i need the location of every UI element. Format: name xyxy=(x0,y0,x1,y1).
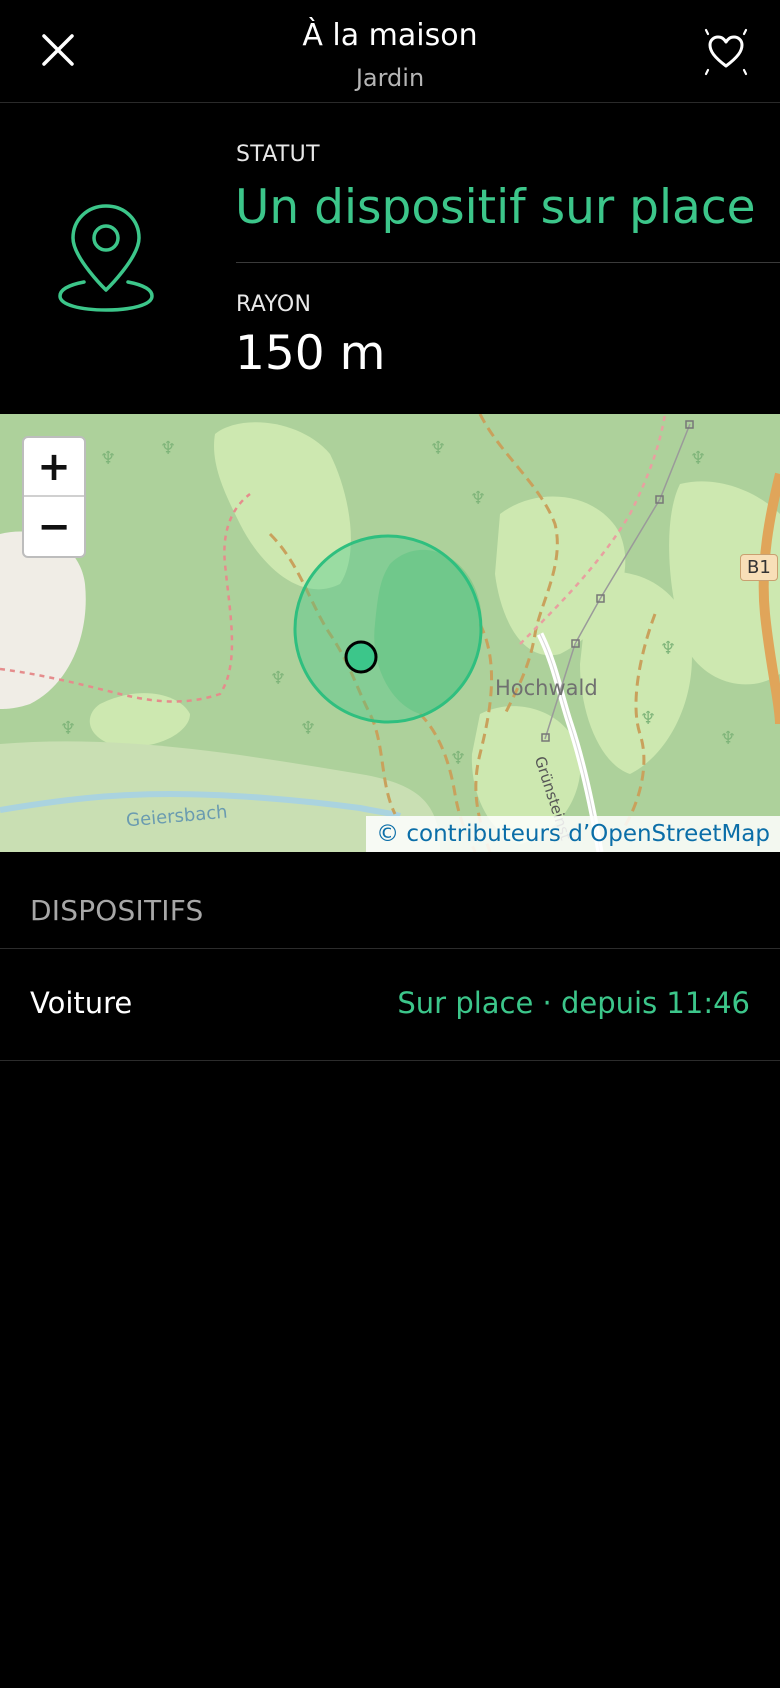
zoom-out-button[interactable]: − xyxy=(24,497,84,556)
svg-text:♆: ♆ xyxy=(100,448,116,469)
svg-text:♆: ♆ xyxy=(720,728,736,749)
svg-text:♆: ♆ xyxy=(640,708,656,729)
info-divider xyxy=(236,262,780,263)
svg-text:♆: ♆ xyxy=(60,718,76,739)
svg-text:♆: ♆ xyxy=(430,438,446,459)
svg-text:♆: ♆ xyxy=(690,448,706,469)
devices-section-title: DISPOSITIFS xyxy=(30,894,204,927)
page-title: À la maison xyxy=(302,18,478,53)
status-label: STATUT xyxy=(236,142,320,167)
device-row[interactable]: Voiture Sur place · depuis 11:46 xyxy=(0,950,780,1060)
zone-info: STATUT Un dispositif sur place RAYON 150… xyxy=(0,104,780,414)
svg-text:♆: ♆ xyxy=(660,638,676,659)
status-value: Un dispositif sur place xyxy=(235,180,756,235)
svg-text:♆: ♆ xyxy=(450,748,466,769)
zoom-control: + − xyxy=(22,436,86,558)
page-subtitle: Jardin xyxy=(355,64,425,92)
svg-text:♆: ♆ xyxy=(270,668,286,689)
top-bar: À la maison Jardin xyxy=(0,0,780,103)
svg-text:♆: ♆ xyxy=(160,438,176,459)
map-view[interactable]: ♆ ♆ ♆ ♆ ♆ ♆ ♆ ♆ ♆ ♆ ♆ ♆ Hochwald Geiersbach B1 G… xyxy=(0,414,780,852)
map-label-road: B1 xyxy=(740,554,778,581)
favorite-button[interactable] xyxy=(696,22,756,82)
zoom-in-button[interactable]: + xyxy=(24,438,84,497)
map-attribution-link[interactable]: © contributeurs d’OpenStreetMap xyxy=(366,816,780,852)
svg-text:♆: ♆ xyxy=(470,488,486,509)
devices-divider-bottom xyxy=(0,1060,780,1061)
device-status: Sur place · depuis 11:46 xyxy=(397,986,750,1020)
radius-value: 150 m xyxy=(235,326,386,381)
radius-label: RAYON xyxy=(236,292,312,317)
map-tiles: ♆ ♆ ♆ ♆ ♆ ♆ ♆ ♆ ♆ ♆ ♆ ♆ xyxy=(0,414,780,852)
heart-icon xyxy=(704,28,748,76)
device-name: Voiture xyxy=(30,986,133,1020)
devices-divider-top xyxy=(0,948,780,949)
svg-text:♆: ♆ xyxy=(300,718,316,739)
location-pin-icon xyxy=(58,204,154,312)
map-label-hochwald: Hochwald xyxy=(495,676,598,700)
